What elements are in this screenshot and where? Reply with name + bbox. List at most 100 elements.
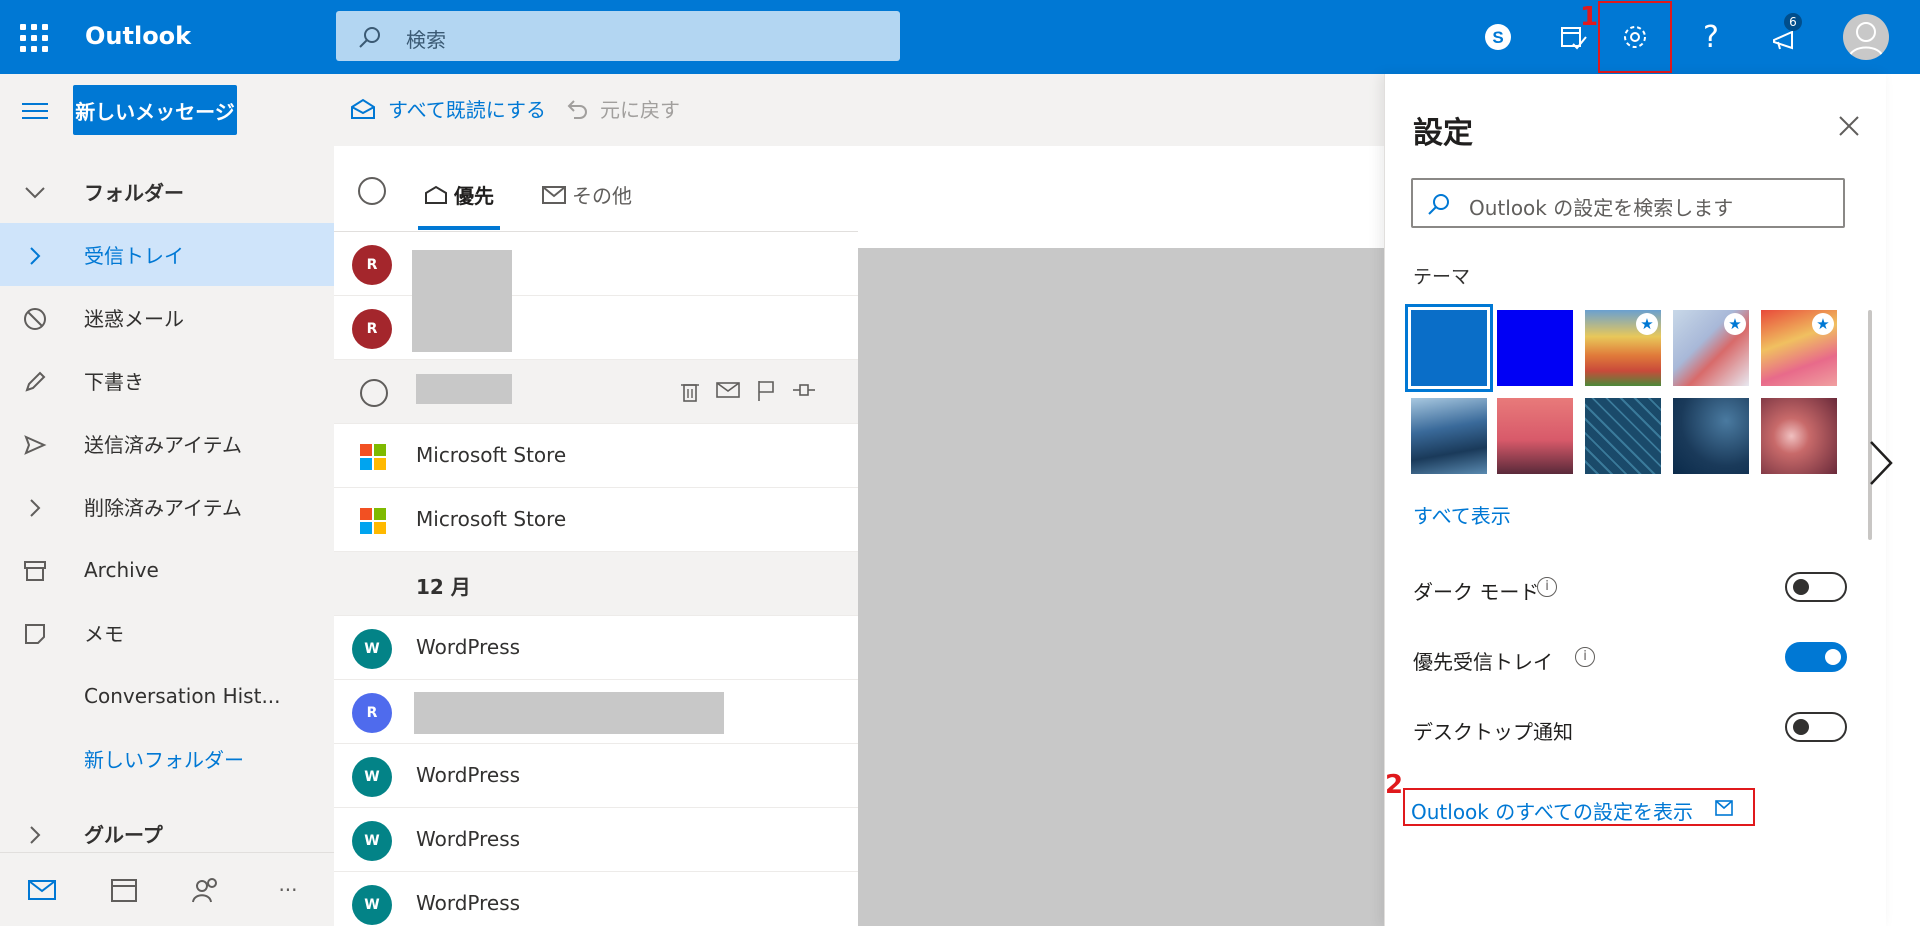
focused-inbox-icon xyxy=(425,185,447,204)
row-actions xyxy=(680,380,816,402)
hamburger-menu-icon[interactable] xyxy=(22,101,48,125)
undo-button[interactable]: 元に戻す xyxy=(566,94,680,123)
folder-pane: 新しいメッセージ フォルダー 受信トレイ 迷惑メール 下書き 送信済みアイテム … xyxy=(0,74,334,926)
message-row[interactable]: W WordPress xyxy=(334,872,858,926)
theme-swatch-dark-blue[interactable] xyxy=(1497,310,1573,386)
skype-icon[interactable]: S xyxy=(1473,12,1523,62)
settings-title: 設定 xyxy=(1413,116,1473,151)
nav-item-sent[interactable]: 送信済みアイテム xyxy=(0,412,334,475)
message-row[interactable]: R xyxy=(334,232,858,296)
premium-star-icon: ★ xyxy=(1636,313,1658,335)
redacted-block xyxy=(416,374,512,404)
nav-item-deleted[interactable]: 削除済みアイテム xyxy=(0,475,334,538)
help-icon[interactable]: ? xyxy=(1686,12,1736,62)
delete-icon[interactable] xyxy=(680,380,700,402)
nav-label: メモ xyxy=(84,622,124,646)
settings-scrollbar[interactable] xyxy=(1867,280,1873,840)
message-row[interactable]: R xyxy=(334,680,858,744)
nav-item-archive[interactable]: Archive xyxy=(0,538,334,601)
settings-search-input[interactable]: Outlook の設定を検索します xyxy=(1411,178,1845,228)
pencil-icon xyxy=(22,369,48,395)
tab-focused[interactable]: 優先 xyxy=(424,180,494,209)
blocked-icon xyxy=(22,306,48,332)
sender-name: Microsoft Store xyxy=(416,443,567,467)
tab-other[interactable]: その他 xyxy=(542,180,632,209)
archive-icon xyxy=(22,558,48,584)
sender-avatar: W xyxy=(352,885,392,925)
more-apps-icon[interactable]: ··· xyxy=(272,875,304,905)
mail-icon[interactable] xyxy=(26,875,58,905)
select-message-checkbox[interactable] xyxy=(360,379,388,407)
people-icon[interactable] xyxy=(190,875,222,905)
folders-header[interactable]: フォルダー xyxy=(0,160,334,223)
settings-search-placeholder: Outlook の設定を検索します xyxy=(1469,196,1734,220)
theme-swatch-blue[interactable] xyxy=(1405,304,1493,392)
theme-swatch-bokeh[interactable] xyxy=(1761,398,1837,474)
message-row[interactable] xyxy=(334,360,858,424)
focused-inbox-toggle[interactable] xyxy=(1785,642,1847,672)
theme-swatch-palms[interactable] xyxy=(1497,398,1573,474)
mark-read-icon[interactable] xyxy=(716,380,740,400)
search-icon xyxy=(1427,192,1451,220)
nav-item-junk[interactable]: 迷惑メール xyxy=(0,286,334,349)
nav-item-notes[interactable]: メモ xyxy=(0,601,334,664)
focused-inbox-label: 優先受信トレイ xyxy=(1413,650,1553,674)
app-title[interactable]: Outlook xyxy=(85,22,191,50)
message-row[interactable]: R xyxy=(334,296,858,360)
new-message-button[interactable]: 新しいメッセージ xyxy=(73,85,237,135)
nav-label: 削除済みアイテム xyxy=(84,496,242,520)
sender-avatar: R xyxy=(352,245,392,285)
nav-item-drafts[interactable]: 下書き xyxy=(0,349,334,412)
select-all-checkbox[interactable] xyxy=(358,177,386,205)
theme-section-label: テーマ xyxy=(1413,266,1471,288)
app-launcher-icon[interactable] xyxy=(20,24,48,52)
quick-settings-panel: 設定 Outlook の設定を検索します テーマ ★ ★ ★ すべて表示 ダーク… xyxy=(1384,74,1886,926)
calendar-icon[interactable] xyxy=(108,875,140,905)
reading-pane-redacted xyxy=(858,248,1384,926)
search-box[interactable]: 検索 xyxy=(336,11,900,61)
message-row[interactable]: Microsoft Store xyxy=(334,424,858,488)
sender-name: WordPress xyxy=(416,827,521,851)
command-bar: すべて既読にする 元に戻す xyxy=(334,74,1384,146)
flag-icon[interactable] xyxy=(756,380,776,402)
nav-label: 受信トレイ xyxy=(84,244,184,268)
sender-name: WordPress xyxy=(416,635,521,659)
nav-item-inbox[interactable]: 受信トレイ xyxy=(0,223,334,286)
focused-inbox-setting: 優先受信トレイ i xyxy=(1413,638,1847,678)
mark-all-read-button[interactable]: すべて既読にする xyxy=(350,94,546,123)
message-row[interactable]: W WordPress xyxy=(334,744,858,808)
user-avatar[interactable] xyxy=(1843,14,1889,60)
step-1-marker: 1 xyxy=(1580,2,1599,32)
new-folder-link[interactable]: 新しいフォルダー xyxy=(0,727,334,790)
info-icon[interactable]: i xyxy=(1575,647,1595,667)
theme-swatch-innovation[interactable] xyxy=(1673,398,1749,474)
message-row[interactable]: W WordPress xyxy=(334,808,858,872)
pin-icon[interactable] xyxy=(792,380,816,400)
message-row[interactable]: Microsoft Store xyxy=(334,488,858,552)
desktop-notifications-label: デスクトップ通知 xyxy=(1413,720,1573,744)
theme-swatch-wave[interactable] xyxy=(1411,398,1487,474)
undo-icon xyxy=(567,99,587,119)
info-icon[interactable]: i xyxy=(1537,577,1557,597)
nav-label: Conversation Hist... xyxy=(84,683,281,708)
show-all-themes-link[interactable]: すべて表示 xyxy=(1413,500,1511,529)
close-icon[interactable] xyxy=(1837,114,1863,140)
theme-swatch-art[interactable]: ★ xyxy=(1761,310,1837,386)
dark-mode-setting: ダーク モード i xyxy=(1413,568,1847,608)
theme-swatch-circuit[interactable] xyxy=(1585,398,1661,474)
nav-item-conversation-history[interactable]: Conversation Hist... xyxy=(0,664,334,727)
sender-name: Microsoft Store xyxy=(416,507,567,531)
nav-label: フォルダー xyxy=(84,181,184,205)
premium-star-icon: ★ xyxy=(1812,313,1834,335)
theme-swatch-rainbow[interactable]: ★ xyxy=(1585,310,1661,386)
microsoft-logo-icon xyxy=(360,444,386,470)
nav-label: グループ xyxy=(84,823,163,847)
date-separator: 12 月 xyxy=(334,552,858,616)
view-all-settings-link[interactable]: Outlook のすべての設定を表示 xyxy=(1403,788,1755,826)
chevron-right-icon[interactable] xyxy=(1868,440,1894,490)
message-row[interactable]: W WordPress xyxy=(334,616,858,680)
dark-mode-toggle[interactable] xyxy=(1785,572,1847,602)
desktop-notifications-toggle[interactable] xyxy=(1785,712,1847,742)
sender-avatar: W xyxy=(352,757,392,797)
theme-swatch-flag[interactable]: ★ xyxy=(1673,310,1749,386)
